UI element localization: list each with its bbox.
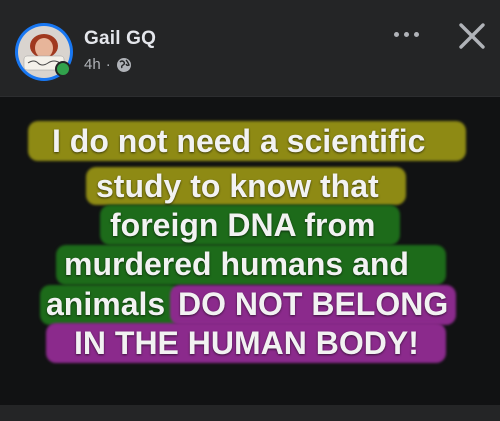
- image-text-line-6: IN THE HUMAN BODY!: [74, 325, 419, 361]
- image-text-line-5a: animals: [46, 286, 166, 322]
- author-name[interactable]: Gail GQ: [84, 28, 156, 50]
- post-footer: [0, 405, 500, 421]
- globe-icon[interactable]: [116, 57, 132, 73]
- image-text-line-2: study to know that: [96, 168, 379, 204]
- dot: [393, 31, 399, 37]
- dot: [403, 31, 409, 37]
- post-meta: 4h ·: [84, 56, 132, 73]
- post-header: Gail GQ 4h ·: [0, 0, 500, 96]
- meta-separator: ·: [105, 56, 111, 73]
- image-text-line-1: I do not need a scientific: [52, 123, 426, 159]
- more-options-icon[interactable]: [388, 22, 424, 46]
- online-status-dot: [55, 61, 71, 77]
- image-text-line-4: murdered humans and: [64, 246, 409, 282]
- post-viewer: Gail GQ 4h · I do not need a scientific: [0, 0, 500, 421]
- image-text-line-5b: DO NOT BELONG: [178, 286, 449, 322]
- post-image[interactable]: I do not need a scientific study to know…: [0, 96, 500, 406]
- post-time[interactable]: 4h: [84, 56, 101, 73]
- dot: [413, 31, 419, 37]
- close-icon[interactable]: [452, 16, 492, 56]
- image-text-line-3: foreign DNA from: [110, 207, 376, 243]
